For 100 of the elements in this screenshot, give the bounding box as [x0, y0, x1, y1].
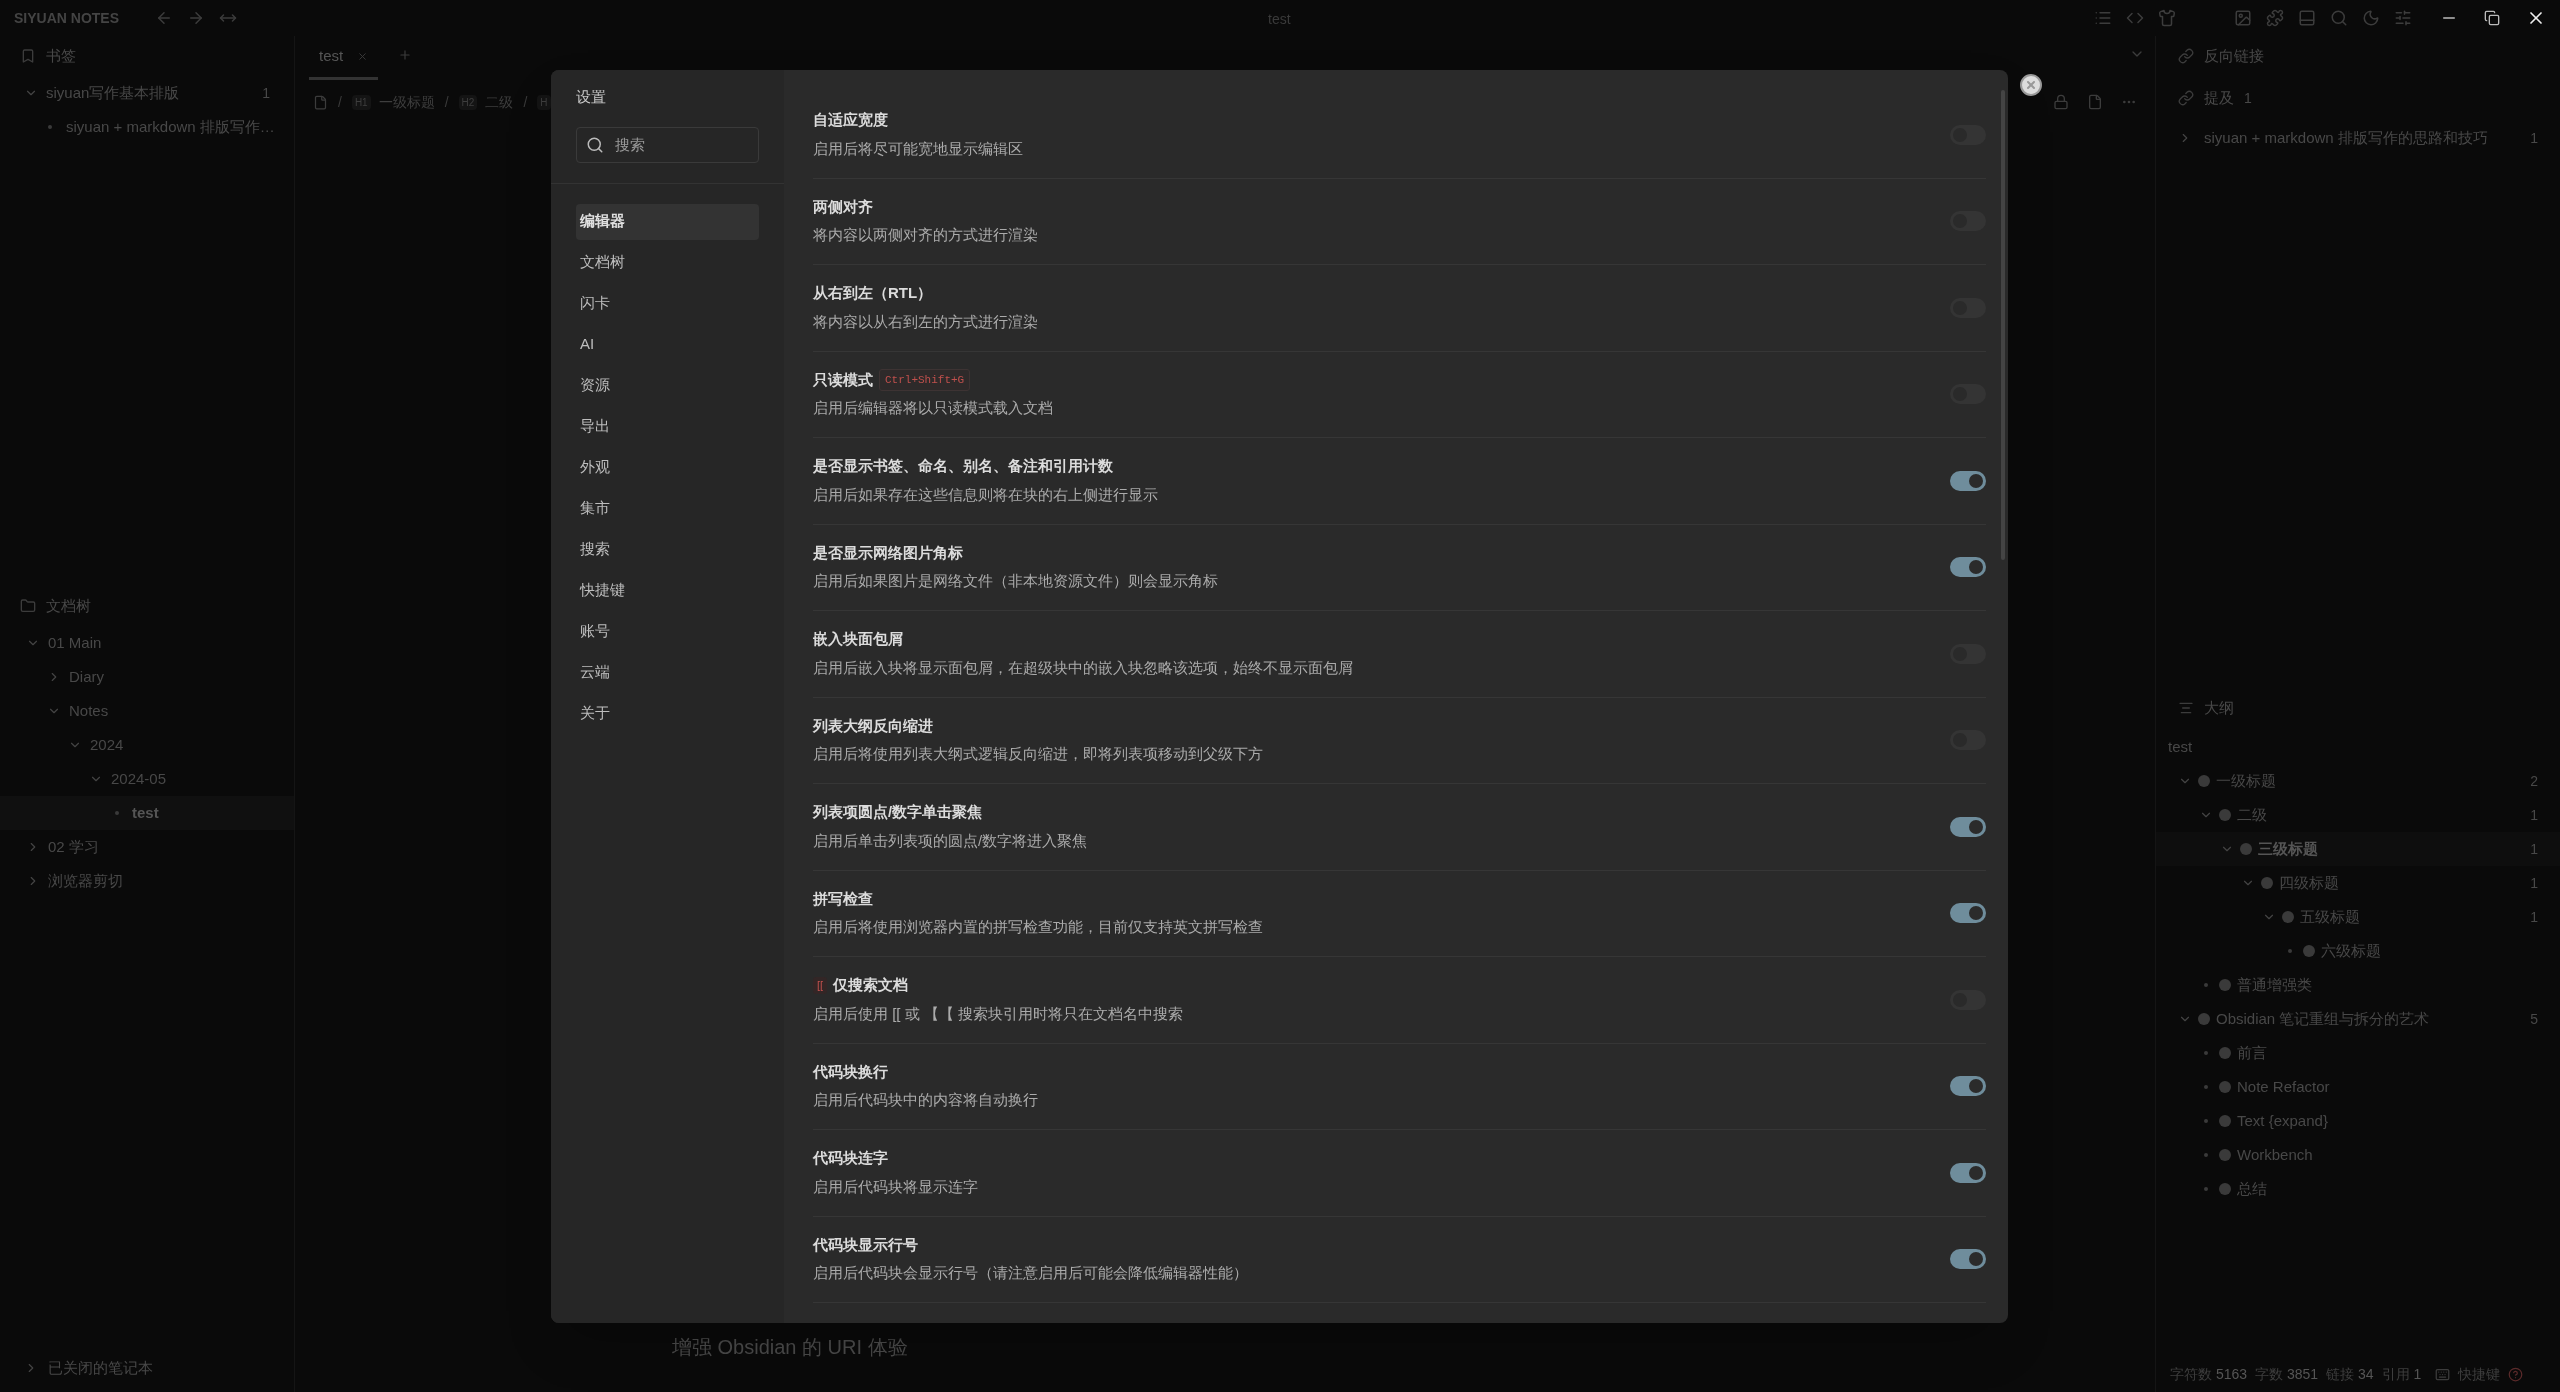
toggle-switch[interactable]: [1950, 557, 1986, 578]
search-field[interactable]: 搜索: [576, 126, 759, 163]
settings-nav-item[interactable]: 快捷键: [576, 572, 759, 609]
link-icon: [2178, 48, 2194, 64]
help-icon[interactable]: [2508, 1366, 2524, 1382]
search-icon: [586, 135, 604, 154]
count-label: 2: [2530, 771, 2538, 791]
toggle-switch[interactable]: [1950, 1076, 1986, 1097]
option-title: 代码块换行: [813, 1061, 888, 1082]
tree-label: 2024-05: [111, 768, 167, 789]
bullet-icon: [2288, 949, 2292, 953]
settings-nav-item[interactable]: 账号: [576, 613, 759, 650]
outline-item[interactable]: Workbench: [2156, 1138, 2560, 1172]
settings-nav-item[interactable]: 导出: [576, 408, 759, 445]
editor-heading: 增强 Obsidian 的 URI 体验: [672, 1336, 908, 1358]
panel-icon[interactable]: [2298, 9, 2316, 27]
option-title: 是否显示网络图片角标: [813, 542, 963, 563]
option-description: 启用后如果图片是网络文件（非本地资源文件）则会显示角标: [813, 571, 1219, 592]
outline-item[interactable]: 五级标题 1: [2156, 900, 2560, 934]
heading-level-icon: [2219, 1047, 2231, 1059]
close-icon[interactable]: [2019, 73, 2043, 97]
option-title: 列表项圆点/数字单击聚焦: [813, 802, 983, 823]
count-label: 1: [2530, 873, 2538, 893]
toggle-switch[interactable]: [1950, 816, 1986, 837]
outline-item[interactable]: 三级标题 1: [2156, 832, 2560, 866]
settings-nav-item[interactable]: 外观: [576, 449, 759, 486]
outline-item[interactable]: 总结: [2156, 1172, 2560, 1206]
shortcut-badge: Ctrl+Shift+G: [879, 368, 971, 392]
toggle-switch[interactable]: [1950, 1249, 1986, 1270]
tree-item[interactable]: Diary: [0, 660, 294, 694]
option-description: 启用后单击列表项的圆点/数字将进入聚焦: [813, 830, 1089, 851]
tree-item[interactable]: 浏览器剪切: [0, 864, 294, 898]
tree-item[interactable]: 2024-05: [0, 762, 294, 796]
tree-label: test: [132, 802, 159, 823]
count-label: 1: [2530, 839, 2538, 859]
outline-item[interactable]: 二级 1: [2156, 798, 2560, 832]
panel-title: 文档树: [46, 595, 91, 616]
add-tab-icon[interactable]: [398, 48, 413, 62]
tree-item[interactable]: 02 学习: [0, 830, 294, 864]
bookmark-item[interactable]: siyuan + markdown 排版写作…: [0, 110, 294, 144]
outline-item[interactable]: 六级标题: [2156, 934, 2560, 968]
settings-nav-item[interactable]: 关于: [576, 695, 759, 732]
lock-icon[interactable]: [2053, 94, 2069, 110]
image-icon[interactable]: [2234, 9, 2252, 27]
settings-nav-item[interactable]: 集市: [576, 490, 759, 527]
settings-nav-item[interactable]: AI: [576, 326, 759, 363]
document-icon[interactable]: [313, 94, 328, 110]
shirt-icon[interactable]: [2158, 9, 2176, 27]
bullet-icon: [2204, 1187, 2208, 1191]
puzzle-icon[interactable]: [2266, 9, 2284, 27]
heading-level-icon: [2282, 911, 2294, 923]
search-icon[interactable]: [2330, 9, 2348, 27]
separator-label: /: [523, 92, 528, 112]
closed-notebooks-label[interactable]: 已关闭的笔记本: [48, 1356, 153, 1380]
outline-item[interactable]: 前言: [2156, 1036, 2560, 1070]
toggle-switch[interactable]: [1950, 903, 1986, 924]
panel-title: 反向链接: [2204, 45, 2264, 66]
settings-nav-item[interactable]: 文档树: [576, 244, 759, 281]
tree-item[interactable]: Notes: [0, 694, 294, 728]
panel-title: 大纲: [2204, 697, 2234, 718]
option-title: 仅搜索文档: [833, 975, 909, 996]
settings-nav-item[interactable]: 云端: [576, 654, 759, 691]
back-icon[interactable]: [155, 9, 173, 27]
settings-nav-item[interactable]: 闪卡: [576, 285, 759, 322]
outline-item[interactable]: 四级标题 1: [2156, 866, 2560, 900]
settings-nav-item[interactable]: 编辑器: [576, 203, 759, 240]
document-icon[interactable]: [2087, 94, 2103, 110]
heading-level-icon: [2219, 1081, 2231, 1093]
restore-icon[interactable]: [2484, 10, 2500, 26]
tree-label: 浏览器剪切: [48, 870, 123, 891]
option-description: 将内容以从右到左的方式进行渲染: [813, 311, 1039, 332]
settings-nav-item[interactable]: 搜索: [576, 531, 759, 568]
toggle-switch[interactable]: [1950, 1162, 1986, 1183]
toggle-switch[interactable]: [1950, 470, 1986, 491]
outline-item[interactable]: Obsidian 笔记重组与拆分的艺术 5: [2156, 1002, 2560, 1036]
tree-item[interactable]: test: [0, 796, 294, 830]
bookmark-label: siyuan + markdown 排版写作…: [66, 116, 275, 137]
keyboard-icon[interactable]: [2435, 1366, 2451, 1382]
bullet-icon: [48, 125, 52, 129]
count-label: 1: [2530, 805, 2538, 825]
count-label: 1: [262, 83, 270, 103]
settings-nav-item[interactable]: 资源: [576, 367, 759, 404]
forward-icon[interactable]: [187, 9, 205, 27]
heading-level-icon: [2219, 979, 2231, 991]
outline-item[interactable]: Note Refactor: [2156, 1070, 2560, 1104]
list-icon[interactable]: [2094, 9, 2112, 27]
option-title: 只读模式: [813, 369, 873, 390]
moon-icon[interactable]: [2362, 9, 2380, 27]
sliders-icon[interactable]: [2394, 9, 2412, 27]
bullet-icon: [2204, 1153, 2208, 1157]
option-title: 从右到左（RTL）: [813, 283, 933, 304]
tree-label: 02 学习: [48, 836, 99, 857]
tab[interactable]: test: [309, 36, 379, 80]
bookmark-item[interactable]: siyuan写作基本排版 1: [0, 76, 294, 110]
option-description: 启用后代码块中的内容将自动换行: [813, 1090, 1039, 1111]
app-name: SIYUAN NOTES: [14, 8, 119, 28]
outline-item[interactable]: Text {expand}: [2156, 1104, 2560, 1138]
backlink-item[interactable]: siyuan + markdown 排版写作的思路和技巧 1: [2156, 120, 2560, 156]
tree-item[interactable]: 01 Main: [0, 626, 294, 660]
tree-item[interactable]: 2024: [0, 728, 294, 762]
